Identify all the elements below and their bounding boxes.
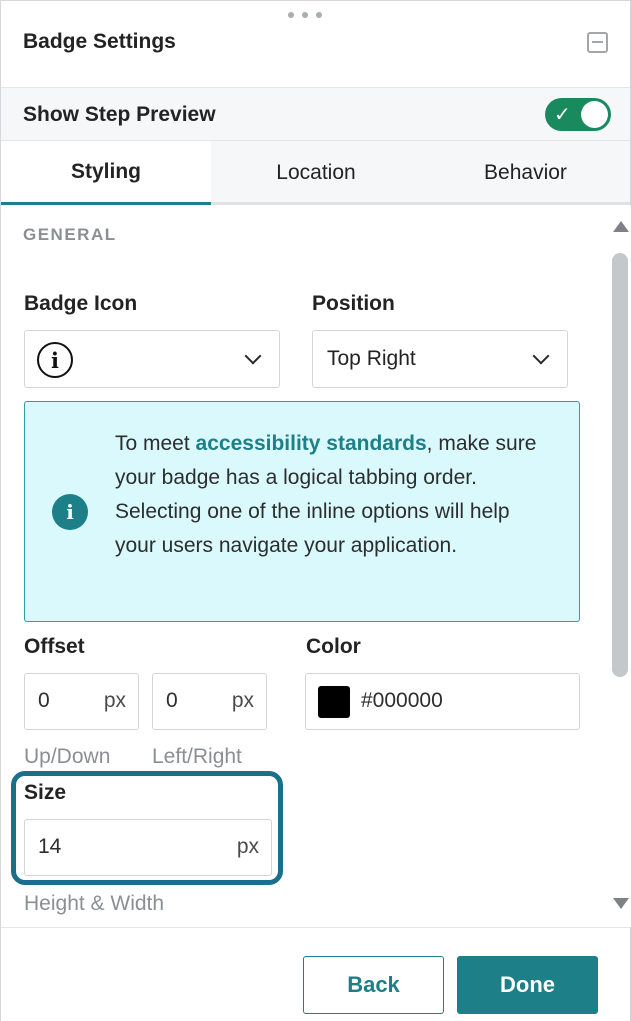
panel-title: Badge Settings [23, 30, 176, 53]
chevron-down-icon [244, 347, 262, 365]
size-unit: px [236, 835, 259, 858]
size-label: Size [24, 781, 67, 804]
badge-settings-panel: Badge Settings Show Step Preview ✓ Styli… [0, 0, 631, 1021]
offset-left-right-input[interactable]: 0 px [152, 673, 267, 730]
settings-tabs: Styling Location Behavior [1, 141, 630, 205]
scroll-down-icon[interactable] [613, 898, 629, 909]
scrollbar-thumb[interactable] [612, 253, 628, 677]
offset-up-down-input[interactable]: 0 px [24, 673, 139, 730]
position-value: Top Right [327, 347, 416, 370]
tab-behavior[interactable]: Behavior [421, 141, 630, 205]
position-label: Position [312, 292, 395, 315]
color-input[interactable]: #000000 [305, 673, 580, 730]
color-label: Color [306, 635, 361, 658]
badge-icon-select[interactable]: i [24, 330, 280, 388]
offset-label: Offset [24, 635, 85, 658]
show-step-preview-row: Show Step Preview ✓ [1, 87, 630, 141]
show-step-preview-label: Show Step Preview [23, 103, 216, 126]
back-button[interactable]: Back [303, 956, 444, 1014]
tab-styling[interactable]: Styling [1, 141, 211, 205]
check-icon: ✓ [554, 104, 571, 126]
panel-footer: Back Done [1, 927, 630, 1021]
position-select[interactable]: Top Right [312, 330, 568, 388]
offset-up-down-unit: px [103, 689, 126, 712]
badge-icon-label: Badge Icon [24, 292, 138, 315]
notice-prefix: To meet [115, 432, 196, 455]
size-input[interactable]: 14 px [24, 819, 272, 876]
drag-handle-icon[interactable] [288, 12, 322, 20]
info-icon: i [37, 342, 73, 378]
toggle-knob [581, 101, 608, 128]
accessibility-notice: i To meet accessibility standards, make … [24, 401, 580, 622]
chevron-down-icon [532, 347, 550, 365]
offset-up-down-helper: Up/Down [24, 745, 111, 768]
color-value: #000000 [361, 689, 443, 712]
styling-content: GENERAL Badge Icon i Position Top Right … [1, 205, 607, 927]
minimize-icon[interactable] [587, 32, 608, 53]
offset-left-right-unit: px [231, 689, 254, 712]
notice-text: To meet accessibility standards, make su… [115, 427, 555, 563]
show-step-preview-toggle[interactable]: ✓ [545, 98, 611, 131]
tab-location[interactable]: Location [211, 141, 421, 205]
accessibility-standards-link[interactable]: accessibility standards [196, 432, 427, 455]
size-helper: Height & Width [24, 892, 165, 915]
color-swatch[interactable] [318, 686, 350, 718]
info-icon: i [52, 494, 88, 530]
offset-up-down-value: 0 [38, 689, 50, 712]
section-title-general: GENERAL [23, 225, 117, 244]
offset-left-right-helper: Left/Right [152, 745, 242, 768]
scrollbar[interactable] [607, 205, 631, 927]
done-button[interactable]: Done [457, 956, 598, 1014]
size-value: 14 [38, 835, 62, 858]
offset-left-right-value: 0 [166, 689, 178, 712]
scroll-up-icon[interactable] [613, 221, 629, 232]
